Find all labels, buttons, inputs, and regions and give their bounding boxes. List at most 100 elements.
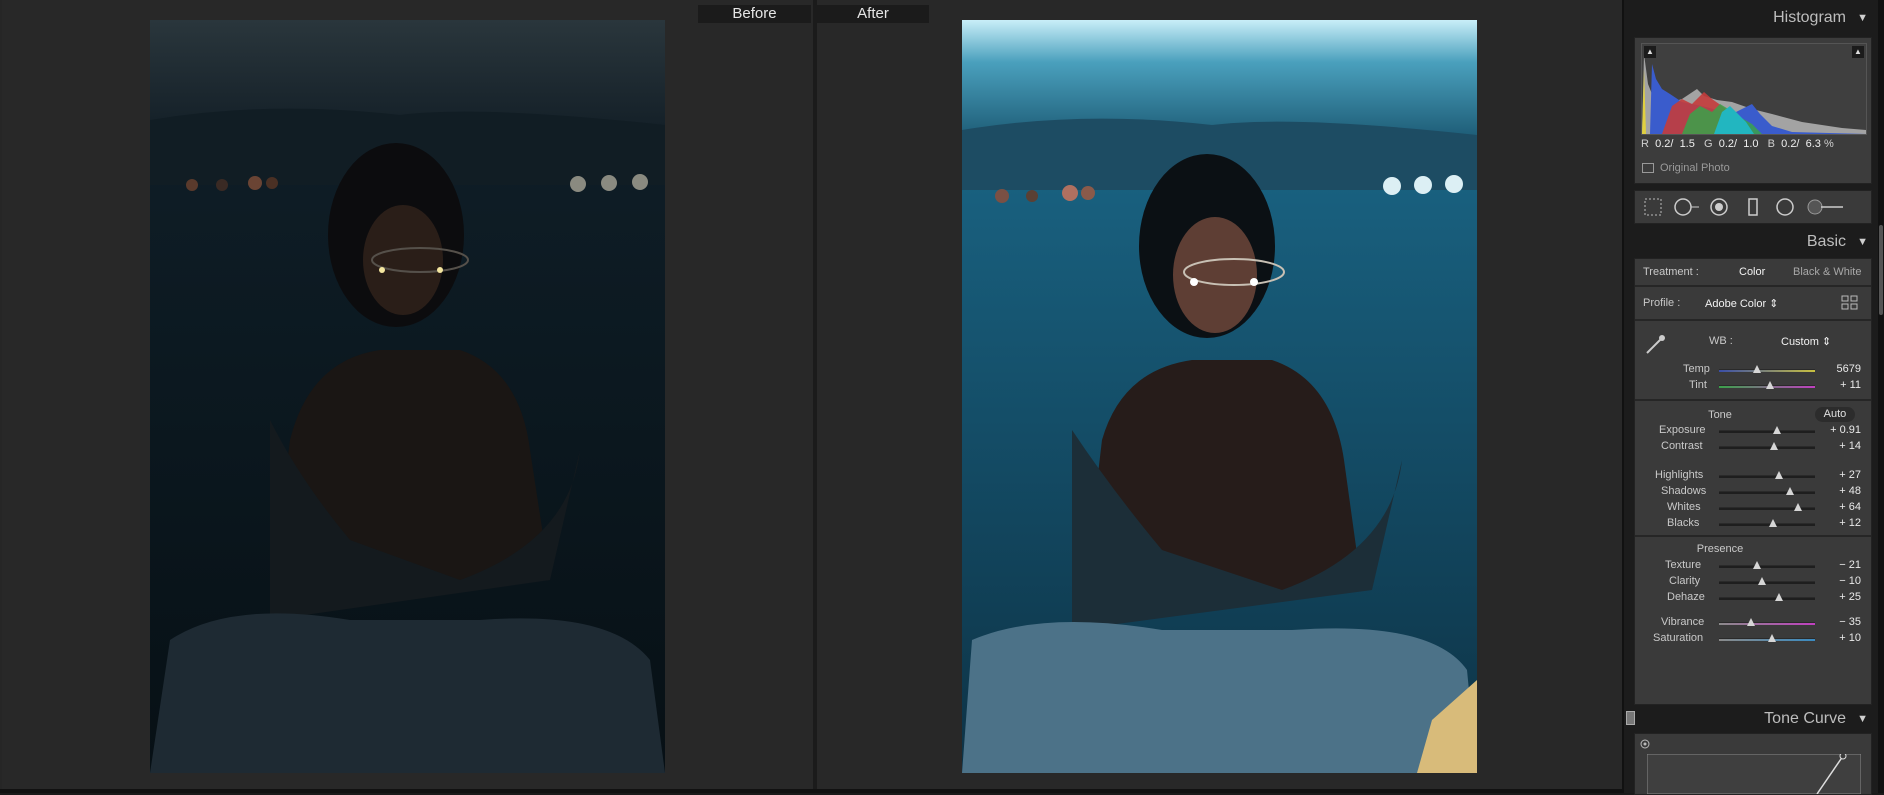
divider: [1635, 285, 1871, 287]
after-label: After: [817, 5, 929, 23]
blacks-slider[interactable]: [1719, 519, 1815, 527]
tool-strip: [1634, 190, 1872, 224]
updown-arrow-icon: ⇕: [1769, 298, 1779, 310]
shadows-value[interactable]: + 48: [1821, 485, 1861, 497]
basic-panel: Treatment : Color Black & White Profile …: [1634, 258, 1872, 705]
basic-header[interactable]: Basic ▼: [1624, 228, 1878, 256]
whites-label: Whites: [1667, 501, 1701, 513]
collapse-triangle-icon[interactable]: ▼: [1857, 4, 1868, 32]
texture-slider-thumb[interactable]: [1753, 561, 1762, 569]
wb-label: WB :: [1709, 335, 1733, 347]
treatment-color-option[interactable]: Color: [1739, 266, 1765, 278]
blacks-slider-thumb[interactable]: [1768, 519, 1777, 527]
wb-eyedropper-icon[interactable]: [1643, 331, 1669, 357]
highlight-clipping-icon[interactable]: ▲: [1852, 46, 1864, 58]
temp-value[interactable]: 5679: [1821, 363, 1861, 375]
whites-value[interactable]: + 64: [1821, 501, 1861, 513]
original-photo-toggle[interactable]: Original Photo: [1642, 162, 1730, 174]
histogram-readout: R 0.2/ 1.5 G 0.2/ 1.0 B 0.2/ 6.3 %: [1641, 138, 1834, 150]
temp-slider[interactable]: [1719, 365, 1815, 373]
collapse-triangle-icon[interactable]: ▼: [1857, 228, 1868, 256]
vibrance-value[interactable]: − 35: [1821, 616, 1861, 628]
saturation-label: Saturation: [1653, 632, 1704, 644]
radial-filter-icon[interactable]: [1775, 197, 1795, 217]
treatment-bw-option[interactable]: Black & White: [1793, 266, 1861, 278]
clarity-slider[interactable]: [1719, 577, 1815, 585]
dehaze-slider-thumb[interactable]: [1775, 593, 1784, 601]
profile-label: Profile :: [1643, 297, 1681, 309]
highlights-label: Highlights: [1655, 469, 1704, 481]
contrast-slider-thumb[interactable]: [1769, 442, 1778, 450]
highlights-slider[interactable]: [1719, 471, 1815, 479]
exposure-value[interactable]: + 0.91: [1821, 424, 1861, 436]
contrast-slider[interactable]: [1719, 442, 1815, 450]
saturation-slider[interactable]: [1719, 634, 1815, 642]
scrollbar-thumb[interactable]: [1879, 225, 1883, 315]
shadow-clipping-icon[interactable]: ▲: [1644, 46, 1656, 58]
whites-slider[interactable]: [1719, 503, 1815, 511]
vibrance-label: Vibrance: [1661, 616, 1705, 628]
shadows-slider[interactable]: [1719, 487, 1815, 495]
highlights-slider-thumb[interactable]: [1775, 471, 1784, 479]
after-pane: After: [817, 0, 1622, 789]
dehaze-value[interactable]: + 25: [1821, 591, 1861, 603]
profile-dropdown[interactable]: Adobe Color ⇕: [1705, 297, 1778, 310]
develop-right-panel: Histogram ▼ ▲ ▲ R 0.2/ 1.5 G 0.2/ 1.0 B …: [1622, 0, 1884, 795]
after-photo[interactable]: [962, 20, 1477, 773]
profile-browser-icon[interactable]: [1841, 295, 1859, 311]
highlights-value[interactable]: + 27: [1821, 469, 1861, 481]
filmstrip-edge: [0, 789, 1622, 793]
target-adjust-icon[interactable]: [1639, 738, 1651, 750]
contrast-value[interactable]: + 14: [1821, 440, 1861, 452]
compare-view: Before After: [0, 0, 1622, 793]
before-photo[interactable]: [150, 20, 665, 773]
blacks-label: Blacks: [1667, 517, 1700, 529]
exposure-label: Exposure: [1659, 424, 1706, 436]
tone-curve-title: Tone Curve: [1764, 710, 1846, 727]
whites-slider-thumb[interactable]: [1793, 503, 1802, 511]
adjustment-brush-icon[interactable]: [1805, 197, 1845, 217]
auto-button[interactable]: Auto: [1815, 407, 1855, 422]
exposure-slider[interactable]: [1719, 426, 1815, 434]
vibrance-slider[interactable]: [1719, 618, 1815, 626]
dehaze-slider[interactable]: [1719, 593, 1815, 601]
shadows-slider-thumb[interactable]: [1786, 487, 1795, 495]
presence-section-label: Presence: [1696, 543, 1744, 555]
histogram-header[interactable]: Histogram ▼: [1624, 4, 1878, 32]
texture-value[interactable]: − 21: [1821, 559, 1861, 571]
tint-value[interactable]: + 11: [1821, 379, 1861, 391]
tint-slider[interactable]: [1719, 381, 1815, 389]
tone-section-label: Tone: [1708, 409, 1732, 421]
wb-dropdown[interactable]: Custom ⇕: [1781, 335, 1831, 348]
histogram-graph: ▲ ▲: [1641, 43, 1867, 135]
panel-scrollbar[interactable]: [1878, 0, 1884, 793]
basic-title: Basic: [1806, 233, 1846, 250]
tint-label: Tint: [1689, 379, 1707, 391]
divider: [1635, 399, 1871, 401]
texture-label: Texture: [1665, 559, 1702, 571]
collapse-triangle-icon[interactable]: ▼: [1857, 705, 1868, 733]
updown-arrow-icon: ⇕: [1821, 336, 1832, 348]
spot-removal-icon[interactable]: [1673, 197, 1701, 217]
divider: [1635, 319, 1871, 321]
temp-label: Temp: [1683, 363, 1710, 375]
clarity-slider-thumb[interactable]: [1758, 577, 1767, 585]
tone-curve-panel: [1634, 733, 1872, 795]
tone-curve-header[interactable]: Tone Curve ▼: [1624, 705, 1878, 733]
temp-slider-thumb[interactable]: [1753, 365, 1762, 373]
tone-curve-graph[interactable]: [1647, 754, 1861, 794]
saturation-value[interactable]: + 10: [1821, 632, 1861, 644]
shadows-label: Shadows: [1661, 485, 1707, 497]
blacks-value[interactable]: + 12: [1821, 517, 1861, 529]
red-eye-icon[interactable]: [1709, 197, 1729, 217]
graduated-filter-icon[interactable]: [1743, 197, 1763, 217]
dehaze-label: Dehaze: [1667, 591, 1705, 603]
crop-overlay-icon[interactable]: [1643, 197, 1663, 217]
clarity-value[interactable]: − 10: [1821, 575, 1861, 587]
tint-slider-thumb[interactable]: [1765, 381, 1774, 389]
texture-slider[interactable]: [1719, 561, 1815, 569]
saturation-slider-thumb[interactable]: [1767, 634, 1776, 642]
checkbox-icon[interactable]: [1642, 163, 1654, 174]
vibrance-slider-thumb[interactable]: [1746, 618, 1755, 626]
exposure-slider-thumb[interactable]: [1772, 426, 1781, 434]
